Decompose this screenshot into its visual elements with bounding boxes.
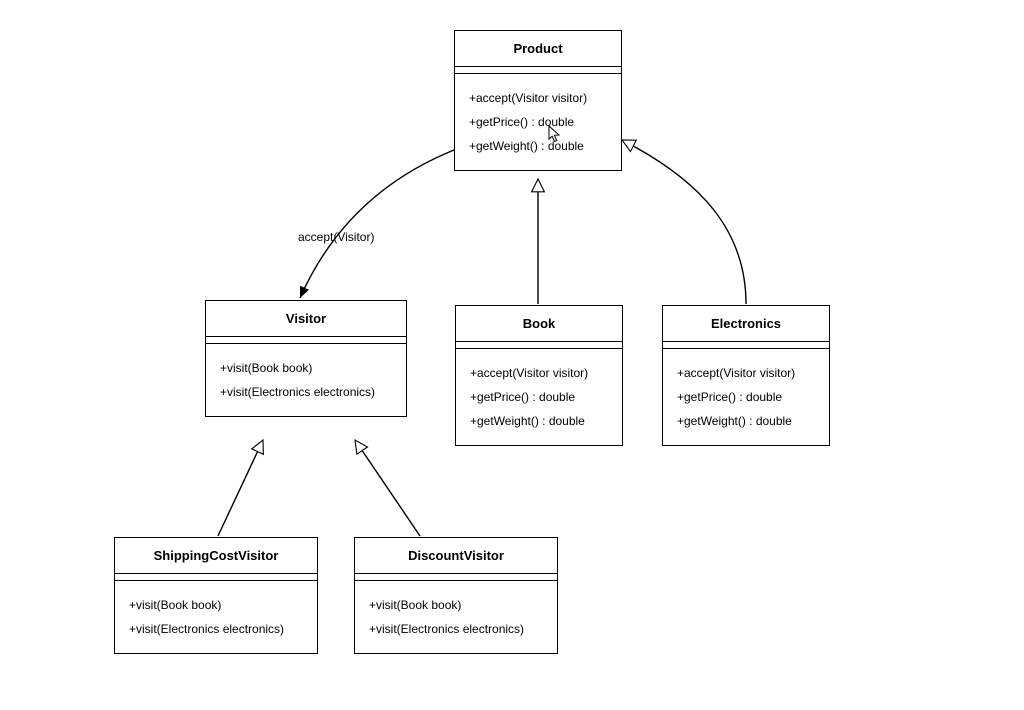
operation: +getPrice() : double	[469, 110, 607, 134]
operation: +getWeight() : double	[469, 134, 607, 158]
class-separator	[456, 342, 622, 349]
operation: +accept(Visitor visitor)	[470, 361, 608, 385]
class-operations: +visit(Book book) +visit(Electronics ele…	[115, 581, 317, 653]
class-discount-visitor: DiscountVisitor +visit(Book book) +visit…	[354, 537, 558, 654]
operation: +visit(Book book)	[220, 356, 392, 380]
class-title: DiscountVisitor	[355, 538, 557, 574]
operation: +visit(Book book)	[369, 593, 543, 617]
class-title: Electronics	[663, 306, 829, 342]
class-separator	[115, 574, 317, 581]
class-operations: +accept(Visitor visitor) +getPrice() : d…	[663, 349, 829, 445]
class-operations: +visit(Book book) +visit(Electronics ele…	[355, 581, 557, 653]
class-title: Product	[455, 31, 621, 67]
class-separator	[206, 337, 406, 344]
class-electronics: Electronics +accept(Visitor visitor) +ge…	[662, 305, 830, 446]
class-separator	[663, 342, 829, 349]
class-visitor: Visitor +visit(Book book) +visit(Electro…	[205, 300, 407, 417]
operation: +visit(Electronics electronics)	[369, 617, 543, 641]
edge-label-accept: accept(Visitor)	[298, 230, 374, 244]
class-separator	[455, 67, 621, 74]
operation: +visit(Electronics electronics)	[220, 380, 392, 404]
class-book: Book +accept(Visitor visitor) +getPrice(…	[455, 305, 623, 446]
operation: +getPrice() : double	[677, 385, 815, 409]
class-shipping-cost-visitor: ShippingCostVisitor +visit(Book book) +v…	[114, 537, 318, 654]
class-operations: +visit(Book book) +visit(Electronics ele…	[206, 344, 406, 416]
operation: +getPrice() : double	[470, 385, 608, 409]
operation: +accept(Visitor visitor)	[469, 86, 607, 110]
class-product: Product +accept(Visitor visitor) +getPri…	[454, 30, 622, 171]
class-title: ShippingCostVisitor	[115, 538, 317, 574]
class-title: Visitor	[206, 301, 406, 337]
class-operations: +accept(Visitor visitor) +getPrice() : d…	[456, 349, 622, 445]
operation: +getWeight() : double	[470, 409, 608, 433]
operation: +visit(Electronics electronics)	[129, 617, 303, 641]
operation: +accept(Visitor visitor)	[677, 361, 815, 385]
operation: +getWeight() : double	[677, 409, 815, 433]
operation: +visit(Book book)	[129, 593, 303, 617]
class-separator	[355, 574, 557, 581]
class-operations: +accept(Visitor visitor) +getPrice() : d…	[455, 74, 621, 170]
class-title: Book	[456, 306, 622, 342]
